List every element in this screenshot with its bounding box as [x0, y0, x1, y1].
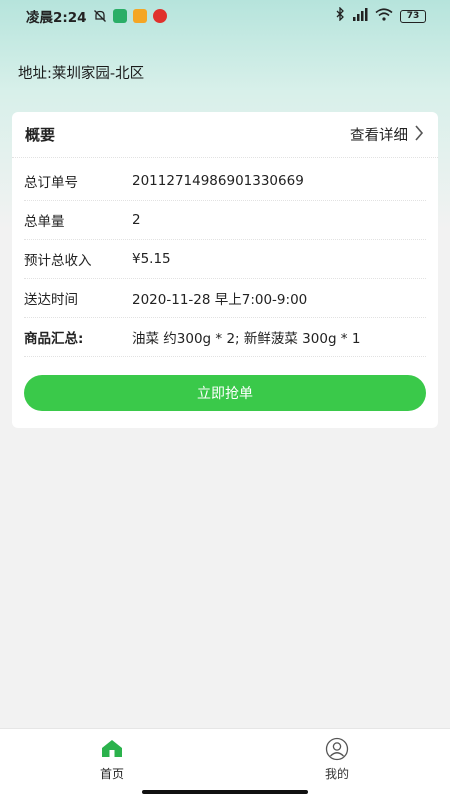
order-number-row: 总订单号 20112714986901330669: [24, 162, 426, 201]
goods-summary-value: 油菜 约300g * 2; 新鲜菠菜 300g * 1: [132, 331, 361, 347]
order-count-label: 总单量: [24, 214, 65, 230]
order-count-row: 总单量 2: [24, 201, 426, 240]
battery-icon: 73: [400, 9, 426, 23]
income-row: 预计总收入 ¥5.15: [24, 240, 426, 279]
message-icon: [132, 9, 147, 23]
goods-summary-row: 商品汇总: 油菜 约300g * 2; 新鲜菠菜 300g * 1: [24, 318, 426, 357]
delivery-time-row: 送达时间 2020-11-28 早上7:00-9:00: [24, 279, 426, 318]
tab-mine[interactable]: 我的: [297, 737, 377, 782]
wechat-icon: [112, 9, 127, 23]
delivery-address: 地址:莱圳家园-北区: [18, 66, 145, 82]
status-time: 凌晨2:24: [26, 10, 87, 26]
tab-home-label: 首页: [99, 767, 124, 781]
goods-summary-label: 商品汇总:: [24, 331, 84, 347]
delivery-time-label: 送达时间: [24, 292, 78, 308]
view-detail-link[interactable]: 查看详细: [350, 124, 424, 145]
wifi-icon: [375, 7, 393, 25]
order-number-value: 20112714986901330669: [132, 173, 304, 189]
view-detail-label: 查看详细: [350, 128, 408, 144]
chevron-right-icon: [414, 124, 424, 145]
card-title: 概要: [25, 126, 56, 144]
signal-icon: [352, 7, 368, 25]
order-number-label: 总订单号: [24, 175, 78, 191]
grab-order-button[interactable]: 立即抢单: [24, 375, 426, 411]
summary-card: 概要 查看详细 总订单号 20112714986901330669 总单量 2 …: [12, 112, 438, 428]
order-count-value: 2: [132, 212, 141, 228]
tab-home[interactable]: 首页: [72, 737, 152, 782]
silent-bell-icon: [93, 9, 107, 23]
delivery-time-value: 2020-11-28 早上7:00-9:00: [132, 292, 308, 308]
home-indicator: [142, 790, 308, 794]
card-header: 概要 查看详细: [12, 112, 438, 158]
status-bar: 凌晨2:24 73: [0, 0, 450, 32]
home-icon: [100, 737, 124, 761]
bluetooth-icon: [335, 6, 345, 25]
income-label: 预计总收入: [24, 253, 92, 269]
income-value: ¥5.15: [132, 251, 171, 267]
netease-music-icon: [152, 9, 167, 23]
user-icon: [325, 737, 349, 761]
tab-mine-label: 我的: [324, 767, 349, 781]
